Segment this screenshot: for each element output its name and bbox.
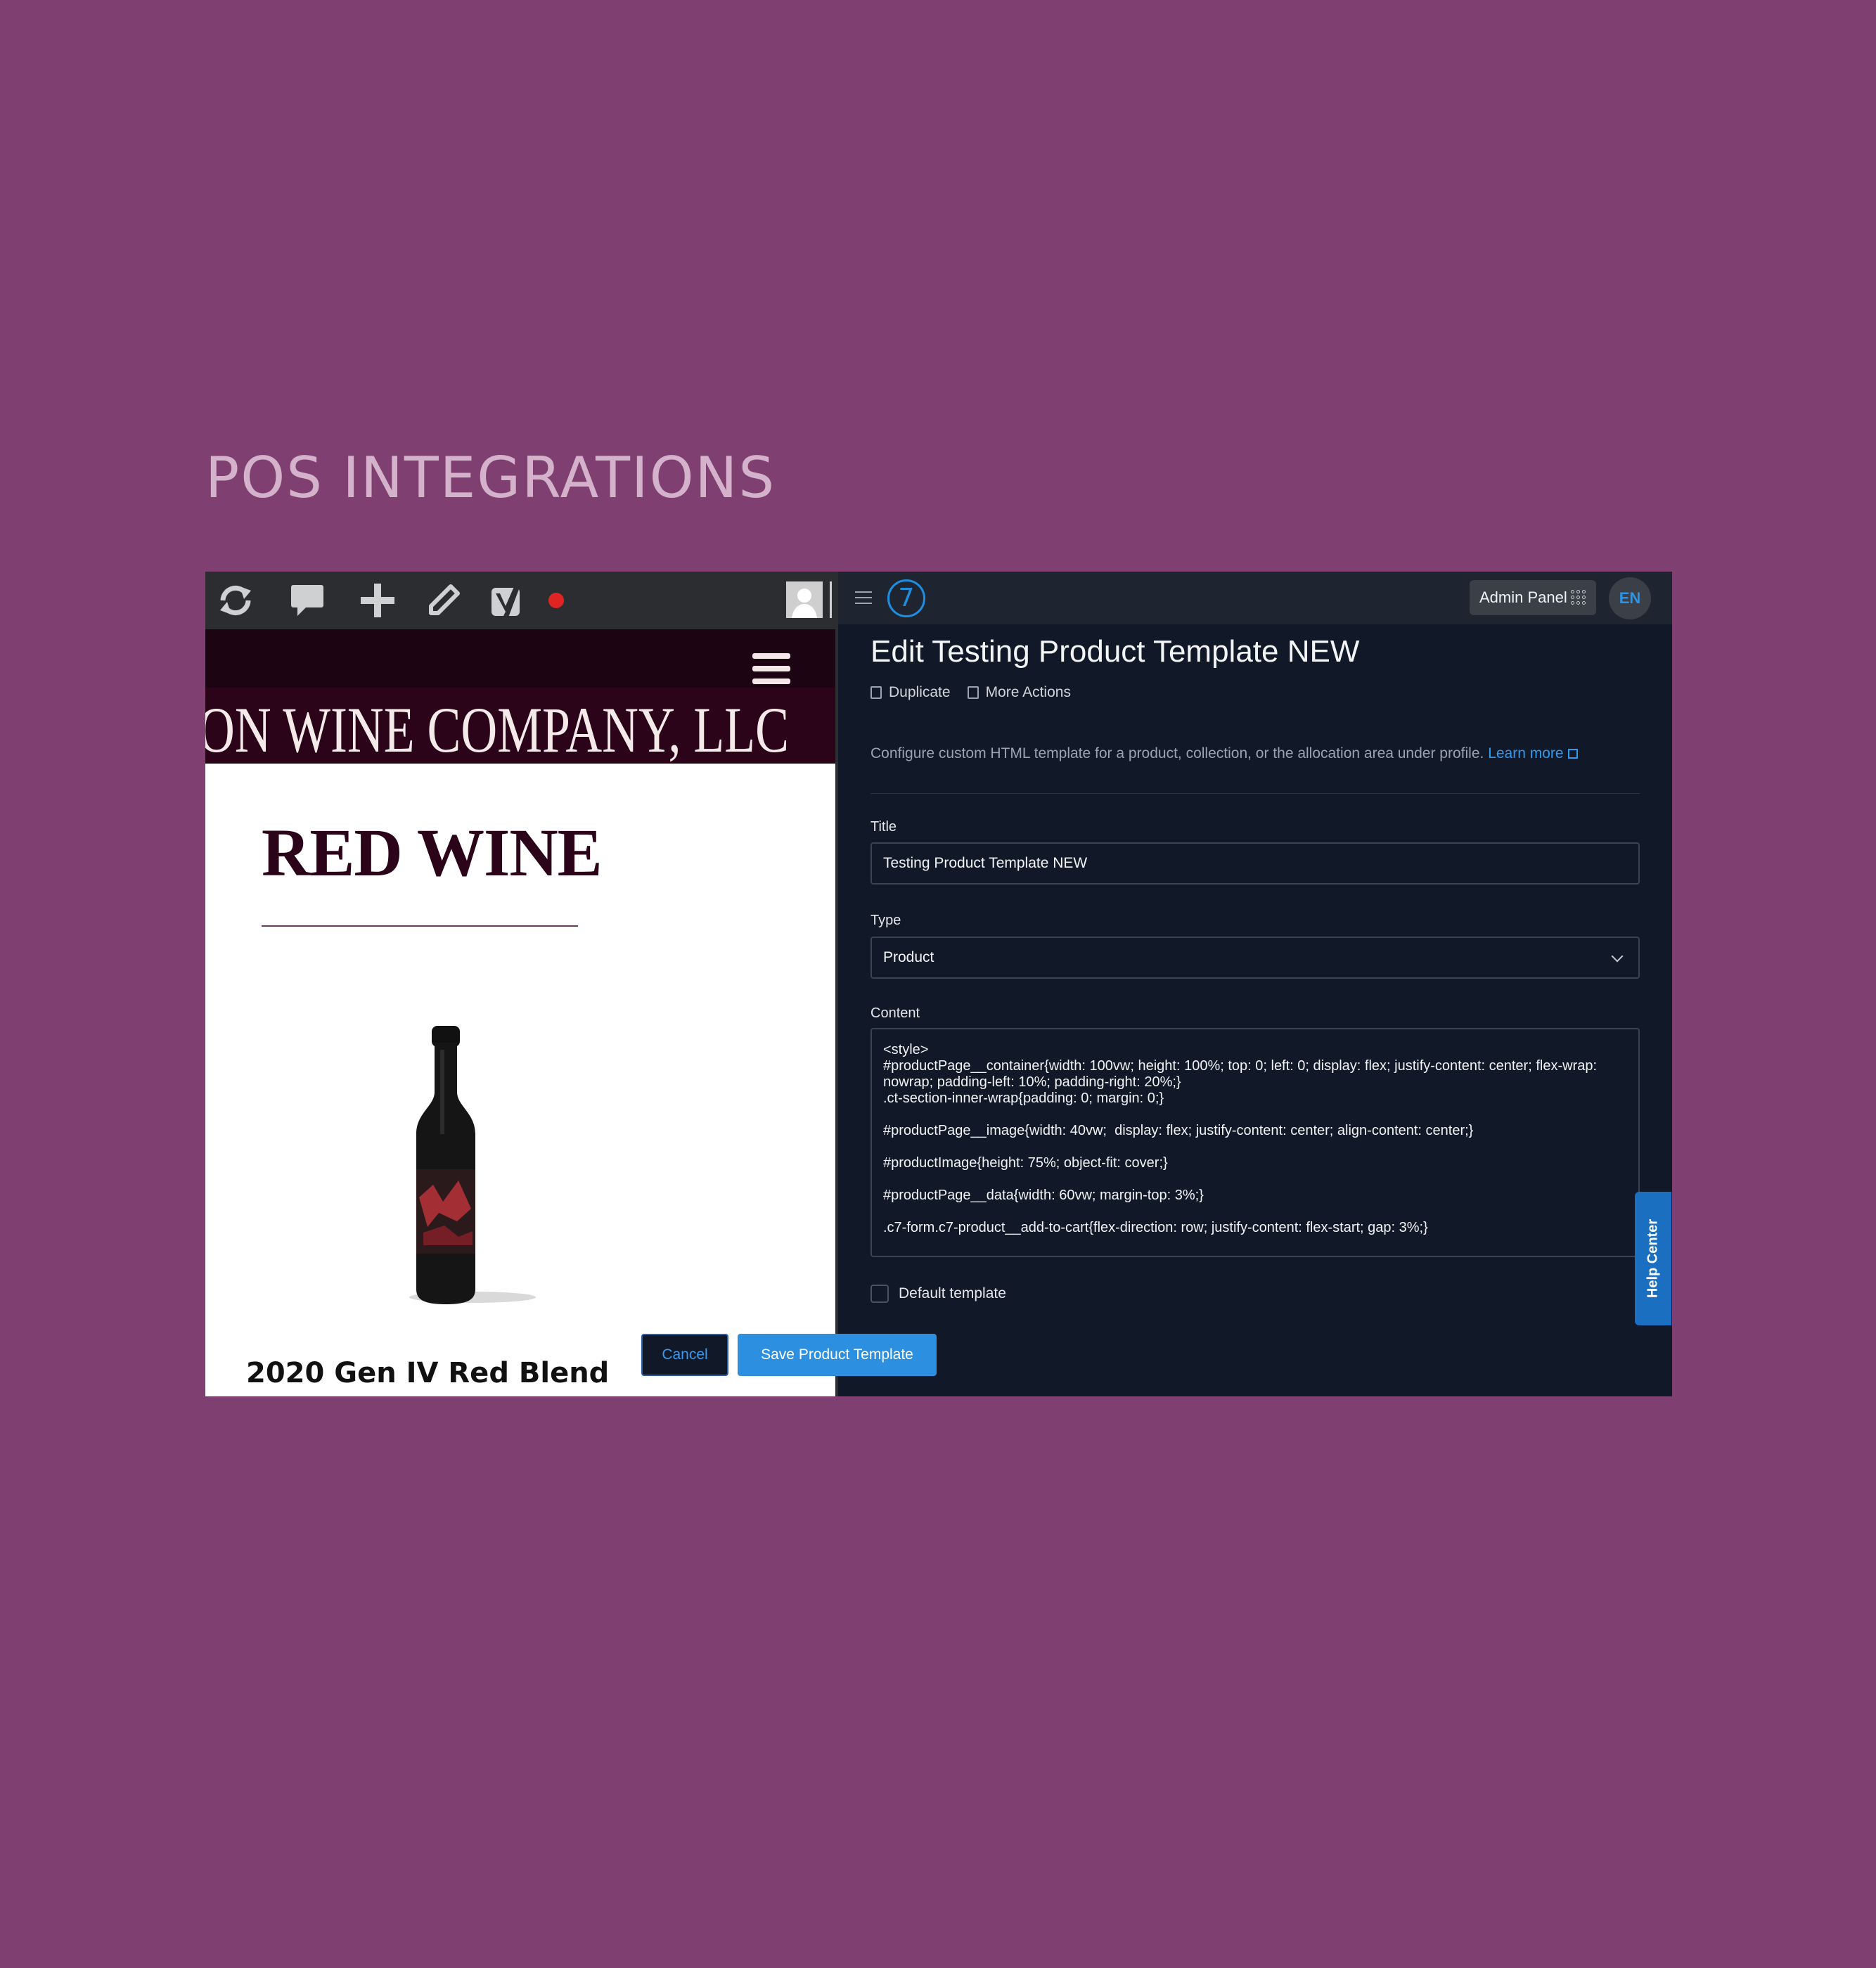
website-preview: ON WINE COMPANY, LLC RED WINE 2020 Gen I… <box>205 572 835 1396</box>
title-label: Title <box>870 819 897 835</box>
code-line: #productPage__container{width: 100vw; he… <box>883 1058 1601 1090</box>
title-input[interactable]: Testing Product Template NEW <box>870 842 1640 885</box>
type-selected-value: Product <box>883 949 934 965</box>
page-title: Edit Testing Product Template NEW <box>870 634 1360 669</box>
section-divider <box>870 793 1640 794</box>
comment-icon[interactable] <box>290 581 325 619</box>
commerce7-logo[interactable]: 7 <box>887 579 925 617</box>
code-line: .ct-section-inner-wrap{padding: 0; margi… <box>883 1091 1164 1106</box>
help-center-label: Help Center <box>1645 1218 1661 1299</box>
company-name: ON WINE COMPANY, LLC <box>205 694 789 764</box>
apps-grid-icon <box>1571 590 1586 605</box>
more-actions-label: More Actions <box>985 684 1071 700</box>
save-product-template-button[interactable]: Save Product Template <box>738 1334 937 1376</box>
edit-icon[interactable] <box>426 581 461 619</box>
default-template-label: Default template <box>899 1285 1006 1301</box>
code-line: #productImage{height: 75%; object-fit: c… <box>883 1155 1168 1171</box>
duplicate-button[interactable]: Duplicate <box>870 684 951 701</box>
admin-panel-label: Admin Panel <box>1479 589 1567 606</box>
download-icon <box>967 686 979 699</box>
cancel-button[interactable]: Cancel <box>641 1334 728 1376</box>
code-line: #productPage__data{width: 60vw; margin-t… <box>883 1188 1204 1203</box>
code-line: #productPage__image{width: 40vw; display… <box>883 1123 1474 1138</box>
page-description: Configure custom HTML template for a pro… <box>870 745 1578 762</box>
description-text: Configure custom HTML template for a pro… <box>870 745 1484 761</box>
chevron-down-icon <box>1611 950 1624 963</box>
category-divider <box>262 925 578 927</box>
content-label: Content <box>870 1005 920 1021</box>
more-actions-button[interactable]: More Actions <box>967 684 1071 701</box>
code-line: <style> <box>883 1042 929 1057</box>
record-dot-icon <box>548 593 564 608</box>
duplicate-label: Duplicate <box>889 684 951 700</box>
content-textarea[interactable]: <style> #productPage__container{width: 1… <box>870 1028 1640 1257</box>
hamburger-menu-icon[interactable] <box>752 653 790 684</box>
duplicate-icon <box>870 686 882 699</box>
wordpress-admin-bar <box>205 572 835 629</box>
product-name[interactable]: 2020 Gen IV Red Blend <box>246 1359 609 1387</box>
action-bar: Duplicate More Actions <box>870 684 1071 701</box>
toolbar-divider <box>830 581 832 618</box>
category-title: RED WINE <box>262 815 603 890</box>
language-badge[interactable]: EN <box>1609 577 1651 619</box>
site-banner: ON WINE COMPANY, LLC <box>205 688 835 764</box>
type-label: Type <box>870 913 901 928</box>
learn-more-link[interactable]: Learn more <box>1488 745 1578 761</box>
admin-top-bar: 7 Admin Panel EN <box>838 572 1672 624</box>
default-template-checkbox[interactable] <box>870 1285 889 1303</box>
menu-icon[interactable] <box>855 591 872 608</box>
add-new-icon[interactable] <box>359 581 397 619</box>
external-link-icon <box>1567 749 1578 759</box>
type-select[interactable]: Product <box>870 937 1640 979</box>
admin-panel: 7 Admin Panel EN Edit Testing Product Te… <box>838 572 1672 1396</box>
yoast-seo-icon[interactable] <box>489 580 529 621</box>
wine-bottle-image[interactable] <box>367 1022 536 1317</box>
page-heading: POS INTEGRATIONS <box>205 445 776 510</box>
admin-panel-button[interactable]: Admin Panel <box>1470 580 1596 615</box>
refresh-icon[interactable] <box>215 580 256 621</box>
code-line: .c7-form.c7-product__add-to-cart{flex-di… <box>883 1220 1428 1235</box>
user-avatar[interactable] <box>786 581 823 618</box>
help-center-tab[interactable]: Help Center <box>1635 1192 1671 1325</box>
